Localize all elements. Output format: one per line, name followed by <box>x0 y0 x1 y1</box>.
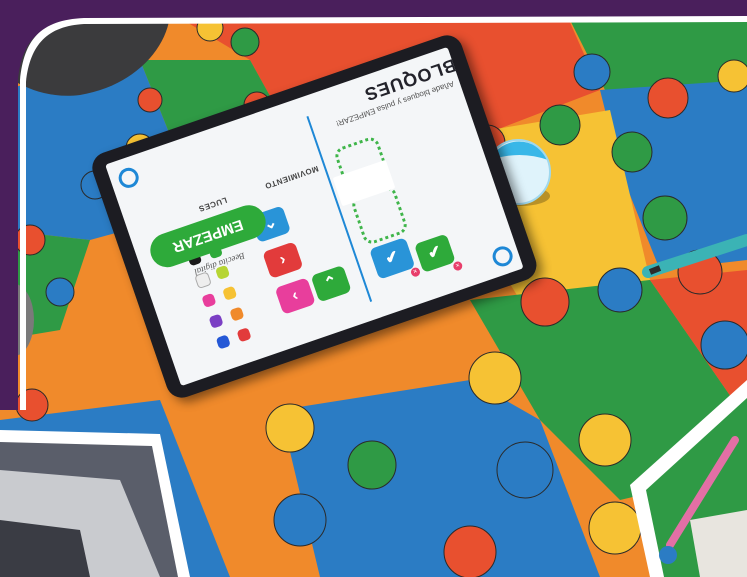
movement-label: MOVIMIENTO <box>263 163 320 191</box>
move-right-block[interactable]: › <box>262 241 304 279</box>
lights-label: LUCES <box>197 195 229 214</box>
program-block-blue[interactable]: ✔ <box>369 237 416 280</box>
light-purple-block[interactable] <box>208 313 224 329</box>
settings-icon[interactable] <box>489 243 516 270</box>
light-yellow-block[interactable] <box>222 285 238 301</box>
light-red-block[interactable] <box>236 327 252 343</box>
light-blue-block[interactable] <box>215 334 231 350</box>
remove-block-icon[interactable]: × <box>409 266 422 278</box>
move-left-block[interactable]: ‹ <box>274 277 316 315</box>
start-button[interactable]: EMPEZAR <box>145 200 271 272</box>
light-pink-block[interactable] <box>201 292 217 309</box>
program-block-green[interactable]: ✔ <box>413 233 456 273</box>
move-up-block[interactable]: ⌃ <box>310 264 352 303</box>
inset-photo-left <box>0 430 190 577</box>
remove-block-icon[interactable]: × <box>452 260 464 272</box>
bluetooth-icon[interactable] <box>115 165 142 191</box>
light-orange-block[interactable] <box>229 306 245 322</box>
